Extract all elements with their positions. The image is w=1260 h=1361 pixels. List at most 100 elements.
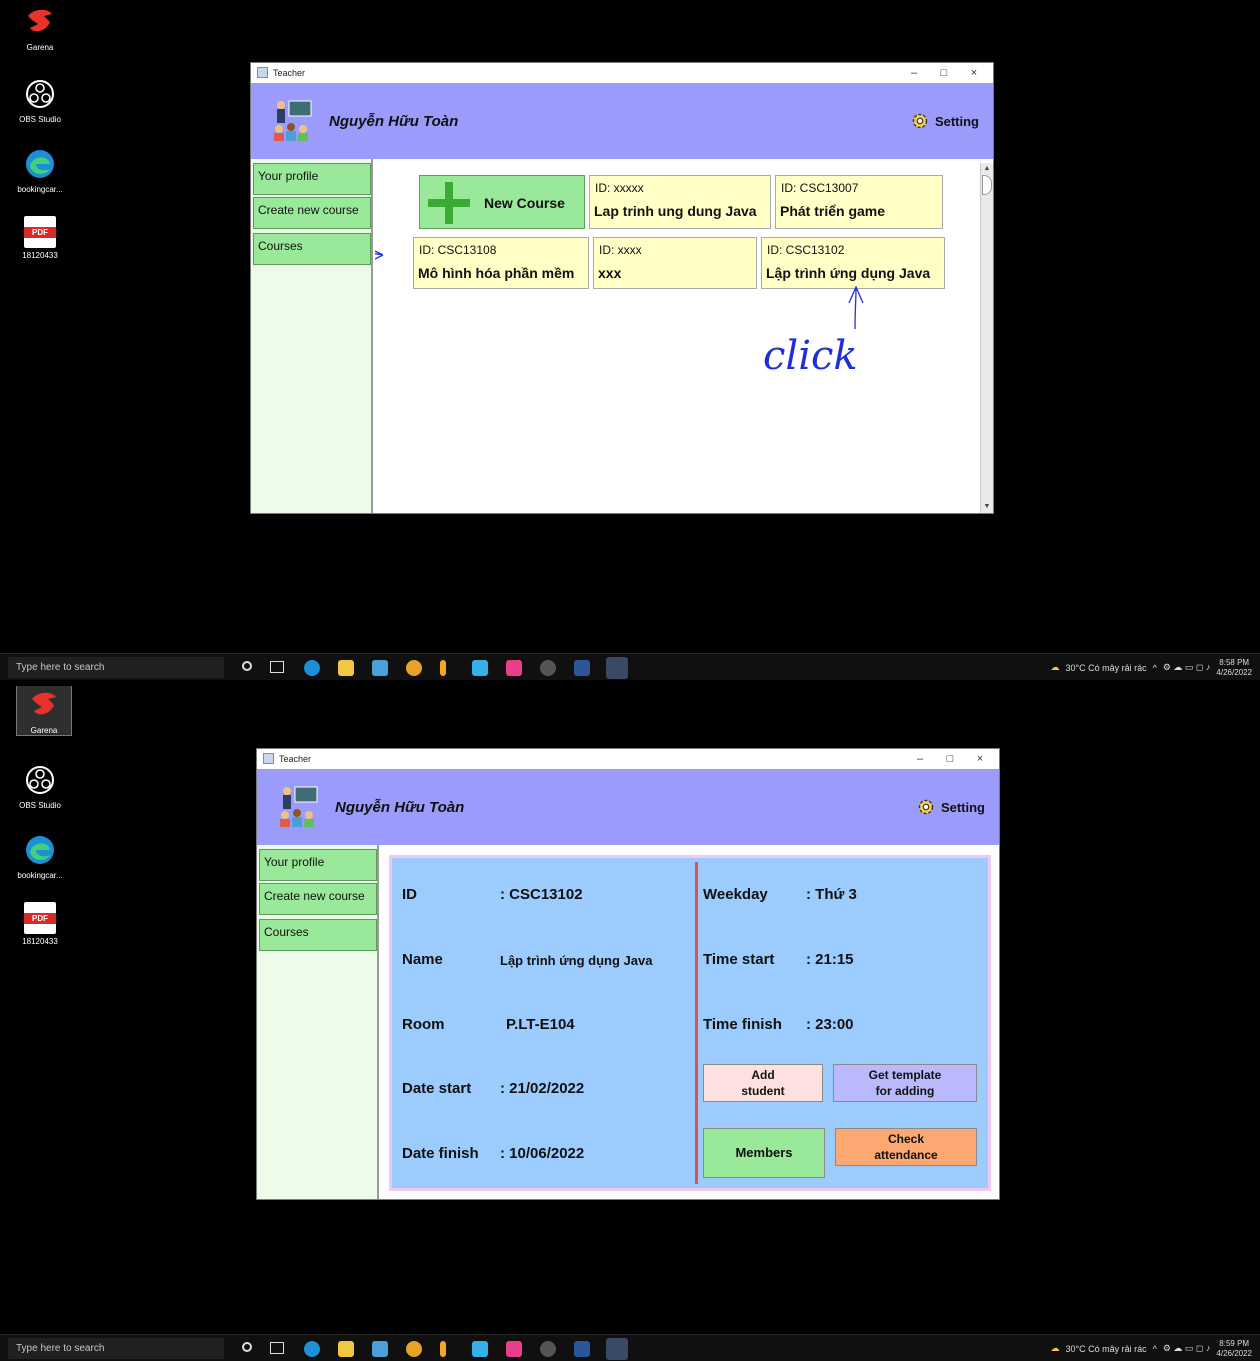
add-student-label-line1: Add [751,1068,775,1082]
taskbar-java-icon[interactable] [606,1338,628,1360]
cortana-icon[interactable] [242,1342,252,1352]
weather-text[interactable]: 30°C Có mây rải rác [1066,663,1147,673]
setting-button[interactable]: Setting [910,111,979,131]
sidebar-item-courses[interactable]: Courses [253,233,371,265]
taskbar-app-icon[interactable] [440,660,446,676]
window-titlebar[interactable]: Teacher – □ × [251,63,993,83]
weather-text[interactable]: 30°C Có mây rải rác [1066,1344,1147,1354]
sidebar-item-create-new-course[interactable]: Create new course [259,883,377,915]
close-button[interactable]: × [961,65,987,81]
time-finish-value: : 23:00 [806,1016,854,1033]
taskbar-app-icon[interactable] [506,1341,522,1357]
taskbar-github-icon[interactable] [540,660,556,676]
taskbar-chrome-icon[interactable] [406,1341,422,1357]
tray-chevron-icon[interactable]: ^ [1153,1344,1157,1354]
taskbar-java-icon[interactable] [606,657,628,679]
scroll-thumb[interactable] [982,175,992,195]
date-finish-value: : 10/06/2022 [500,1145,585,1162]
taskbar-edge-icon[interactable] [304,1341,320,1357]
up-arrow-mark [848,285,864,330]
maximize-button[interactable]: □ [937,751,963,767]
sidebar-item-your-profile[interactable]: Your profile [253,163,371,195]
setting-label: Setting [940,799,985,815]
setting-button[interactable]: Setting [916,797,985,817]
time-finish-label: Time finish [703,1016,782,1033]
vertical-scrollbar[interactable]: ▲ ▼ [980,163,993,513]
pdf-badge: PDF [24,913,56,924]
taskbar-app-icon[interactable] [472,660,488,676]
setting-label: Setting [934,113,979,129]
edge-icon [26,836,54,864]
desktop-icon-edge[interactable]: bookingcar... [12,834,68,880]
courses-panel: New Course ID: xxxxx Lap trinh ung dung … [375,161,993,513]
tray-icons[interactable]: ⚙ ☁ ▭ ◻ ♪ [1163,1343,1211,1354]
taskbar-mail-icon[interactable] [372,660,388,676]
column-divider [695,862,698,1184]
desktop-icon-obs[interactable]: OBS Studio [12,78,68,124]
java-app-icon [257,67,268,78]
scroll-up-icon[interactable]: ▲ [981,163,993,175]
sidebar: Your profile Create new course Courses [257,845,379,1199]
get-template-label-line1: Get template [868,1068,942,1082]
minimize-button[interactable]: – [901,65,927,81]
tray-icons[interactable]: ⚙ ☁ ▭ ◻ ♪ [1163,662,1211,673]
maximize-button[interactable]: □ [931,65,957,81]
taskbar-search-input[interactable]: Type here to search [8,1338,224,1359]
task-view-icon[interactable] [270,1342,284,1354]
desktop-icon-label: OBS Studio [19,801,61,810]
desktop-icon-edge[interactable]: bookingcar... [12,148,68,194]
tray-chevron-icon[interactable]: ^ [1153,663,1157,673]
desktop-icon-pdf[interactable]: PDF 18120433 [12,902,68,946]
sidebar-item-create-new-course[interactable]: Create new course [253,197,371,229]
taskbar-app-icon[interactable] [506,660,522,676]
clock[interactable]: 8:59 PM 4/26/2022 [1216,1339,1252,1359]
desktop-icon-pdf[interactable]: PDF 18120433 [12,216,68,260]
room-label: Room [402,1016,445,1033]
name-label: Name [402,951,443,968]
members-button[interactable]: Members [703,1128,825,1178]
check-attendance-button[interactable]: Check attendance [835,1128,977,1166]
weekday-value: : Thứ 3 [806,886,857,903]
obs-icon [26,80,54,108]
close-button[interactable]: × [967,751,993,767]
sidebar-item-courses[interactable]: Courses [259,919,377,951]
taskbar: Type here to search ☁ 30°C Có mây rải rá… [0,653,1260,680]
desktop-icon-garena[interactable]: Garena [12,6,68,52]
time-start-value: : 21:15 [806,951,854,968]
taskbar-app-icon[interactable] [472,1341,488,1357]
desktop-icon-label: OBS Studio [19,115,61,124]
desktop-icon-garena[interactable]: Garena [16,686,72,736]
id-label: ID [402,886,417,903]
taskbar-edge-icon[interactable] [304,660,320,676]
sidebar-item-your-profile[interactable]: Your profile [259,849,377,881]
teacher-avatar-icon [274,100,312,141]
taskbar-search-input[interactable]: Type here to search [8,657,224,678]
course-detail-panel: ID : CSC13102 Name Lập trình ứng dụng Ja… [389,855,991,1191]
add-student-label-line2: student [741,1084,785,1098]
taskbar-word-icon[interactable] [574,660,590,676]
minimize-button[interactable]: – [907,751,933,767]
date-start-label: Date start [402,1080,472,1097]
taskbar-app-icon[interactable] [440,1341,446,1357]
clock-date: 4/26/2022 [1216,667,1252,677]
scroll-down-icon[interactable]: ▼ [981,501,993,513]
gear-icon [912,113,928,129]
taskbar-word-icon[interactable] [574,1341,590,1357]
taskbar-mail-icon[interactable] [372,1341,388,1357]
taskbar-explorer-icon[interactable] [338,1341,354,1357]
task-view-icon[interactable] [270,661,284,673]
teacher-window: Teacher – □ × Nguyễn Hữu Toàn Setting Yo… [256,748,1000,1200]
clock[interactable]: 8:58 PM 4/26/2022 [1216,658,1252,678]
add-student-button[interactable]: Add student [703,1064,823,1102]
obs-icon [26,766,54,794]
taskbar-github-icon[interactable] [540,1341,556,1357]
header-bar: Nguyễn Hữu Toàn Setting [257,769,999,845]
cortana-icon[interactable] [242,661,252,671]
get-template-button[interactable]: Get template for adding [833,1064,977,1102]
taskbar-explorer-icon[interactable] [338,660,354,676]
desktop-icon-label: 18120433 [22,251,58,260]
window-titlebar[interactable]: Teacher – □ × [257,749,999,769]
desktop-icon-obs[interactable]: OBS Studio [12,764,68,810]
taskbar-chrome-icon[interactable] [406,660,422,676]
garena-icon [28,9,52,32]
